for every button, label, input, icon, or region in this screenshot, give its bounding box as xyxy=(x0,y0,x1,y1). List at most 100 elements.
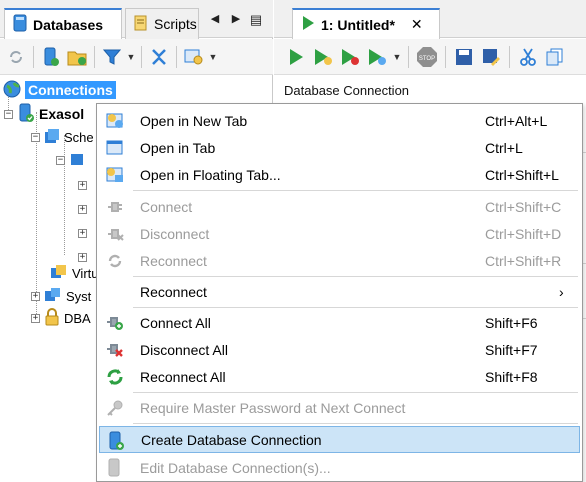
refresh-icon[interactable] xyxy=(4,45,28,69)
toolbar-separator xyxy=(141,45,142,68)
key-icon xyxy=(105,398,125,418)
expand-toggle[interactable]: + xyxy=(31,313,40,323)
settings-icon[interactable] xyxy=(182,45,206,69)
menu-item-disconnect[interactable]: Disconnect Ctrl+Shift+D xyxy=(99,220,580,247)
tree-item-collapsed[interactable]: + xyxy=(78,198,87,220)
create-connection-icon xyxy=(106,431,126,451)
collapse-toggle[interactable]: − xyxy=(31,132,40,142)
tab-scroll-left-button[interactable]: ◀ xyxy=(208,12,222,25)
menu-item-require-master-password[interactable]: Require Master Password at Next Connect xyxy=(99,394,580,421)
stop-icon-label: STOP xyxy=(419,56,435,62)
tab-databases[interactable]: Databases xyxy=(4,8,122,39)
disconnect-all-icon xyxy=(105,340,125,360)
collapse-toggle[interactable]: − xyxy=(56,155,65,165)
schema-folder-icon xyxy=(44,128,60,147)
lock-icon xyxy=(44,307,60,329)
save-icon[interactable] xyxy=(452,45,476,69)
save-as-icon[interactable] xyxy=(479,45,503,69)
toolbar-separator xyxy=(94,45,95,68)
settings-dropdown-icon[interactable]: ▼ xyxy=(208,52,218,62)
menu-separator xyxy=(133,423,578,424)
tree-item-exasol[interactable]: − Exasol xyxy=(4,103,84,125)
edit-connection-icon xyxy=(105,458,125,478)
menu-item-reconnect[interactable]: Reconnect Ctrl+Shift+R xyxy=(99,247,580,274)
menu-item-connect[interactable]: Connect Ctrl+Shift+C xyxy=(99,193,580,220)
tree-item-label: Syst xyxy=(66,288,92,304)
menu-item-open-new-tab[interactable]: Open in New Tab Ctrl+Alt+L xyxy=(99,107,580,134)
menu-item-reconnect-all[interactable]: Reconnect All Shift+F8 xyxy=(99,363,580,390)
left-toolbar: ▼ ▼ xyxy=(0,39,273,75)
tab-list-button[interactable]: ▤ xyxy=(249,12,263,28)
system-icon xyxy=(44,287,62,306)
filter-icon[interactable] xyxy=(100,45,124,69)
tree-item-label: Connections xyxy=(25,81,116,99)
menu-separator xyxy=(133,307,578,308)
toolbar-separator xyxy=(445,45,446,68)
tab-untitled-label: 1: Untitled* xyxy=(321,16,395,33)
connect-all-icon xyxy=(105,313,125,333)
toolbar-separator xyxy=(176,45,177,68)
open-tab-icon xyxy=(105,138,125,158)
copy-icon[interactable] xyxy=(543,45,567,69)
tree-item-collapsed[interactable]: + xyxy=(78,222,87,244)
tab-scroll-right-button[interactable]: ▶ xyxy=(229,12,243,25)
toolbar-separator xyxy=(509,45,510,68)
expand-toggle[interactable]: + xyxy=(78,204,87,214)
run-icon[interactable] xyxy=(284,45,308,69)
globe-icon xyxy=(3,80,21,101)
menu-item-open-in-tab[interactable]: Open in Tab Ctrl+L xyxy=(99,134,580,161)
editor-toolbar: ▼ STOP xyxy=(274,39,586,75)
tab-scripts-label: Scripts xyxy=(154,16,197,32)
tree-item-label: Virtu xyxy=(72,265,99,281)
run-options-icon[interactable] xyxy=(365,45,389,69)
collapse-toggle[interactable]: − xyxy=(4,109,13,119)
expand-toggle[interactable]: + xyxy=(31,291,40,301)
tab-databases-label: Databases xyxy=(33,16,104,33)
context-menu: Open in New Tab Ctrl+Alt+L Open in Tab C… xyxy=(96,103,583,482)
cut-icon[interactable] xyxy=(516,45,540,69)
schema-icon xyxy=(69,151,85,170)
expand-toggle[interactable]: + xyxy=(78,180,87,190)
database-icon xyxy=(13,14,27,35)
tab-untitled[interactable]: 1: Untitled* ✕ xyxy=(292,8,440,39)
disconnect-plug-icon xyxy=(105,224,125,244)
menu-item-connect-all[interactable]: Connect All Shift+F6 xyxy=(99,309,580,336)
collapse-all-icon[interactable] xyxy=(147,45,171,69)
tree-item-virtual-schemas[interactable]: Virtu xyxy=(50,262,99,284)
close-tab-icon[interactable]: ✕ xyxy=(411,16,423,33)
editor-subtitle: Database Connection xyxy=(284,83,410,98)
tree-item-dba[interactable]: + DBA xyxy=(31,307,91,329)
run-current-icon[interactable] xyxy=(311,45,335,69)
filter-dropdown-icon[interactable]: ▼ xyxy=(126,52,136,62)
menu-item-disconnect-all[interactable]: Disconnect All Shift+F7 xyxy=(99,336,580,363)
expand-toggle[interactable]: + xyxy=(78,228,87,238)
reconnect-icon xyxy=(105,251,125,271)
menu-item-create-database-connection[interactable]: Create Database Connection xyxy=(99,426,580,453)
toolbar-separator xyxy=(33,45,34,68)
expand-toggle[interactable]: + xyxy=(78,252,87,262)
run-dropdown-icon[interactable]: ▼ xyxy=(392,52,402,62)
menu-item-open-floating-tab[interactable]: Open in Floating Tab... Ctrl+Shift+L xyxy=(99,161,580,188)
reconnect-all-icon xyxy=(105,367,125,387)
tree-item-connections[interactable]: Connections xyxy=(3,79,116,101)
scripts-icon xyxy=(134,15,148,34)
menu-separator xyxy=(133,392,578,393)
submenu-arrow-icon: › xyxy=(559,283,564,300)
sql-editor-icon xyxy=(301,15,315,34)
left-tab-bar: Databases Scripts ◀ ▶ ▤ xyxy=(0,0,273,39)
stop-icon[interactable]: STOP xyxy=(415,45,439,69)
tree-item-collapsed[interactable]: + xyxy=(78,174,87,196)
menu-separator xyxy=(133,190,578,191)
menu-item-edit-database-connection[interactable]: Edit Database Connection(s)... xyxy=(99,454,580,481)
tree-item-label: Exasol xyxy=(39,106,85,122)
tree-item-schemas[interactable]: − Sche xyxy=(31,126,94,148)
virtual-schema-icon xyxy=(50,264,68,283)
menu-item-reconnect-submenu[interactable]: Reconnect › xyxy=(99,278,580,305)
open-new-tab-icon xyxy=(105,111,125,131)
tab-scripts[interactable]: Scripts xyxy=(125,8,199,39)
run-to-cursor-icon[interactable] xyxy=(338,45,362,69)
new-folder-icon[interactable] xyxy=(65,45,89,69)
tree-item-system[interactable]: + Syst xyxy=(31,285,91,307)
tree-item-schema[interactable]: − xyxy=(56,149,85,171)
new-connection-icon[interactable] xyxy=(39,45,63,69)
